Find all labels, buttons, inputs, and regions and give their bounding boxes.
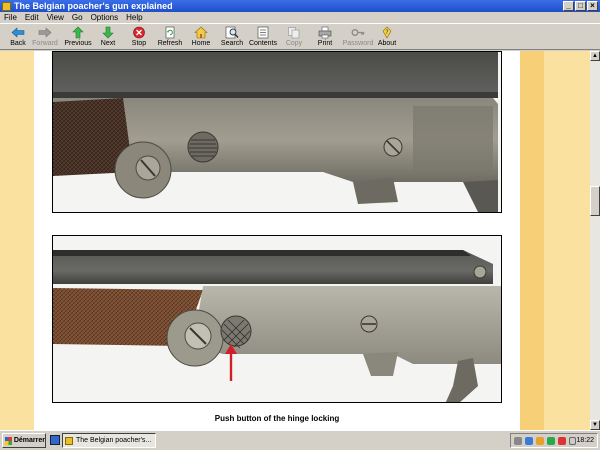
gun-closeup-image [53,52,501,212]
start-button[interactable]: Démarrer [2,433,46,448]
home-label: Home [191,40,211,47]
forward-arrow-icon [38,27,52,38]
maximize-button[interactable]: □ [575,1,586,11]
stop-icon [133,26,145,39]
clock[interactable]: 18:22 [576,437,594,444]
print-icon [318,26,332,39]
window-titlebar[interactable]: The Belgian poacher's gun explained _ □ … [0,0,600,12]
key-icon [351,29,365,36]
taskbar: Démarrer The Belgian poacher's... 18:22 [0,430,600,450]
home-icon [194,26,208,39]
side-band [520,51,544,430]
copy-icon [288,27,300,39]
scroll-thumb[interactable] [590,186,600,216]
gun-side-view-image [53,236,501,402]
menu-view[interactable]: View [47,13,64,22]
document-view[interactable]: Push button of the hinge locking [0,51,590,430]
minimize-button[interactable]: _ [563,1,574,11]
down-arrow-icon [102,26,114,39]
tray-app-icon[interactable] [524,436,533,445]
svg-text:?: ? [385,29,388,36]
volume-icon[interactable] [568,436,577,445]
contents-label: Contents [248,40,278,47]
photo-caption: Push button of the hinge locking [214,414,340,423]
hinge-photo-top [52,51,502,213]
app-icon [2,1,11,11]
tray-clock-app-icon[interactable] [535,436,544,445]
copy-label: Copy [285,40,303,47]
about-button[interactable]: ? About [369,25,405,50]
window-title: The Belgian poacher's gun explained [14,1,173,11]
toolbar: Back Forward Previous Next Stop Refresh … [0,23,600,50]
menu-edit[interactable]: Edit [25,13,39,22]
taskbar-item-label: The Belgian poacher's... [76,437,152,444]
print-label: Print [317,40,333,47]
refresh-label: Refresh [157,40,183,47]
app-icon [65,436,73,445]
quick-launch-icon[interactable] [50,435,60,445]
menu-bar: File Edit View Go Options Help [0,12,600,23]
previous-label: Previous [64,40,92,47]
menu-options[interactable]: Options [91,13,119,22]
menu-help[interactable]: Help [126,13,142,22]
back-label: Back [10,40,26,47]
network-icon[interactable] [514,436,522,445]
search-icon [225,26,239,39]
tray-antivirus-icon[interactable] [557,436,566,445]
forward-label: Forward [32,40,58,47]
up-arrow-icon [72,26,84,39]
about-icon: ? [382,26,392,39]
taskbar-item-help-viewer[interactable]: The Belgian poacher's... [62,433,156,448]
refresh-icon [165,26,175,39]
tray-security-icon[interactable] [546,436,555,445]
close-button[interactable]: × [587,1,598,11]
next-label: Next [100,40,116,47]
windows-logo-icon [5,436,12,445]
contents-icon [257,26,269,39]
search-label: Search [220,40,244,47]
forward-button[interactable]: Forward [27,25,63,50]
vertical-scrollbar[interactable]: ▲ ▼ [590,51,600,430]
menu-go[interactable]: Go [72,13,83,22]
start-label: Démarrer [13,437,45,444]
scroll-down-arrow-icon[interactable]: ▼ [590,420,600,430]
system-tray: 18:22 [510,433,598,448]
about-label: About [377,40,397,47]
stop-label: Stop [131,40,147,47]
menu-file[interactable]: File [4,13,17,22]
hinge-photo-bottom [52,235,502,403]
back-arrow-icon [11,27,25,38]
scroll-up-arrow-icon[interactable]: ▲ [590,51,600,61]
